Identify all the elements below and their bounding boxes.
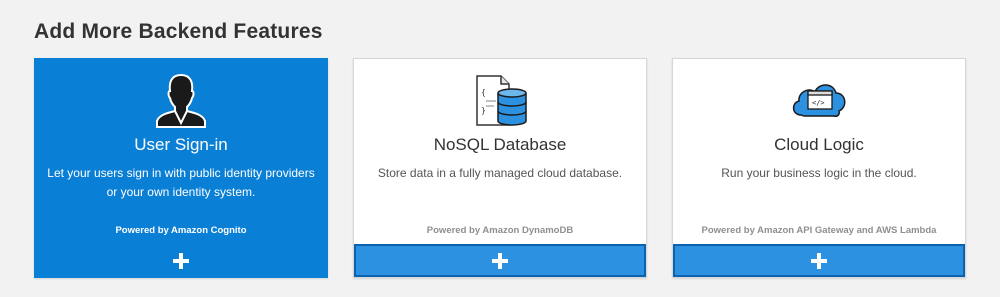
card-title: User Sign-in xyxy=(134,135,228,154)
feature-card-nosql-database[interactable]: { } NoSQL Database Store data in a fully… xyxy=(353,58,647,278)
cloud-code-icon: </> xyxy=(787,71,851,129)
svg-text:{: { xyxy=(481,88,486,97)
card-description: Let your users sign in with public ident… xyxy=(47,166,315,199)
feature-cards: User Sign-in Let your users sign in with… xyxy=(34,58,966,278)
plus-icon xyxy=(811,252,827,269)
feature-card-user-sign-in[interactable]: User Sign-in Let your users sign in with… xyxy=(34,58,328,278)
add-user-sign-in-button[interactable] xyxy=(35,244,327,277)
svg-text:}: } xyxy=(481,106,486,115)
card-description: Run your business logic in the cloud. xyxy=(721,166,917,180)
card-description: Store data in a fully managed cloud data… xyxy=(377,166,623,180)
feature-card-cloud-logic[interactable]: </> Cloud Logic Run your business logic … xyxy=(672,58,966,278)
plus-icon xyxy=(173,252,189,269)
card-title: NoSQL Database xyxy=(433,135,567,154)
section-title: Add More Backend Features xyxy=(34,20,323,43)
card-powered-by: Powered by Amazon DynamoDB xyxy=(426,225,574,236)
add-nosql-database-button[interactable] xyxy=(354,244,646,277)
card-title: Cloud Logic xyxy=(774,135,864,154)
plus-icon xyxy=(492,252,508,269)
database-icon: { } xyxy=(468,71,532,129)
user-silhouette-icon xyxy=(149,71,213,129)
add-cloud-logic-button[interactable] xyxy=(673,244,965,277)
card-powered-by: Powered by Amazon API Gateway and AWS La… xyxy=(701,225,937,236)
svg-text:</>: </> xyxy=(812,99,825,107)
card-powered-by: Powered by Amazon Cognito xyxy=(115,225,247,236)
